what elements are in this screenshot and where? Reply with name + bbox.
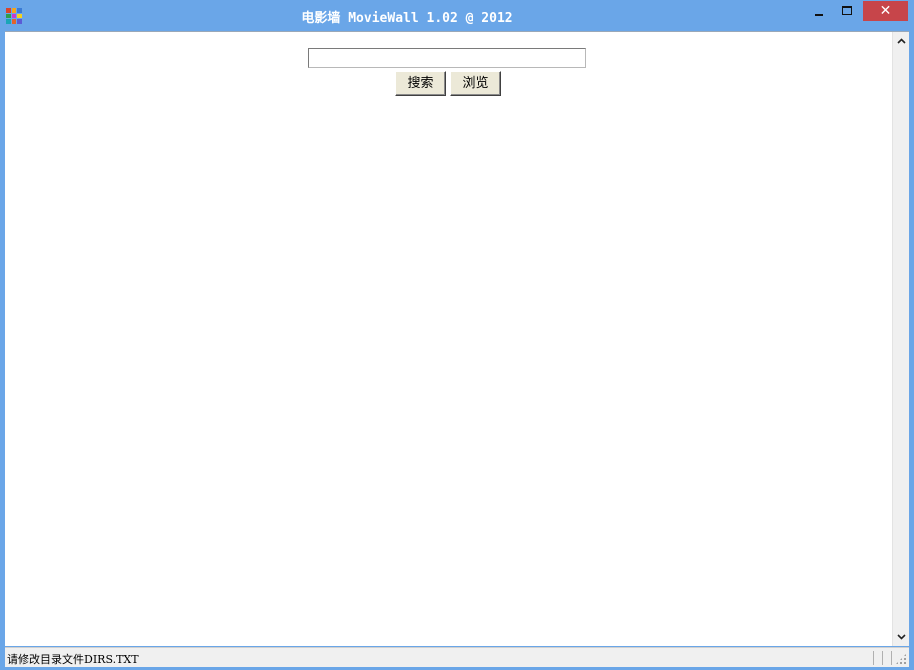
close-button[interactable]: ✕	[863, 1, 908, 21]
status-text: 请修改目录文件DIRS.TXT	[7, 653, 139, 666]
status-bar: 请修改目录文件DIRS.TXT	[5, 647, 909, 667]
vertical-scrollbar[interactable]	[892, 32, 909, 646]
main-content-area: 搜索 浏览	[5, 31, 909, 646]
search-button[interactable]: 搜索	[395, 71, 446, 96]
status-pane-divider	[891, 651, 892, 665]
scroll-down-button[interactable]	[893, 629, 909, 646]
maximize-button[interactable]	[834, 1, 860, 21]
window-title: 电影墙 MovieWall 1.02 @ 2012	[301, 11, 513, 26]
browse-button[interactable]: 浏览	[450, 71, 501, 96]
app-window: 电影墙 MovieWall 1.02 @ 2012 ✕ 搜索 浏览 请修改目录文…	[0, 0, 914, 670]
chevron-down-icon	[896, 634, 906, 640]
title-bar[interactable]: 电影墙 MovieWall 1.02 @ 2012 ✕	[0, 0, 914, 30]
scroll-up-button[interactable]	[893, 32, 909, 49]
chevron-up-icon	[896, 38, 906, 44]
content-pane: 搜索 浏览	[5, 32, 892, 646]
close-icon: ✕	[879, 3, 892, 19]
status-pane-divider	[873, 651, 874, 665]
status-pane-divider	[882, 651, 883, 665]
resize-grip-icon[interactable]	[895, 653, 907, 665]
search-input[interactable]	[308, 48, 586, 68]
minimize-button[interactable]	[806, 1, 832, 21]
